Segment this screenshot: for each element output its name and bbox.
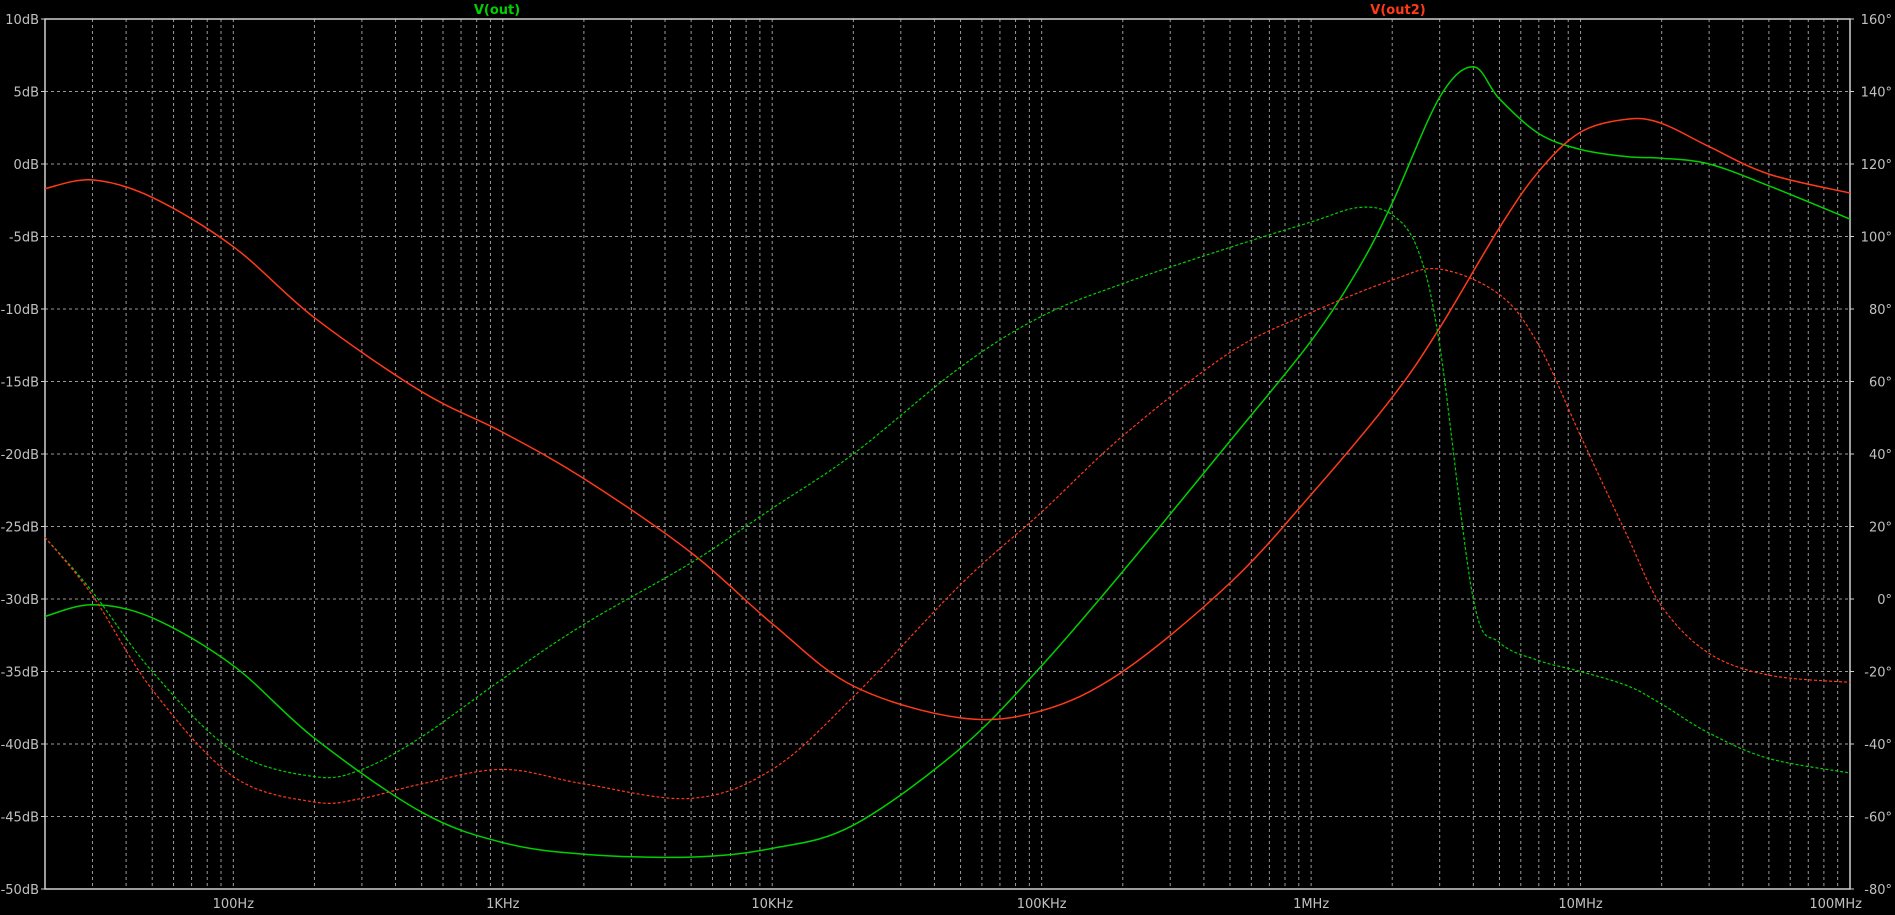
y-tick-label: 10dB: [5, 13, 39, 28]
y-tick-label: -35dB: [1, 666, 39, 681]
chart-background: [0, 0, 1895, 915]
bode-plot: 100Hz 1KHz 10KHz 100KHz 1MHz 10MHz 100MHz 10dB…: [0, 0, 1895, 915]
y2-tick-label: 40°: [1869, 448, 1892, 463]
y2-tick-label: 60°: [1869, 376, 1892, 391]
y2-tick-label: 120°: [1861, 158, 1892, 173]
x-tick-label: 100KHz: [1017, 897, 1067, 912]
y2-tick-label: -80°: [1864, 883, 1892, 898]
y-tick-label: -30dB: [1, 593, 39, 608]
y-tick-label: -20dB: [1, 448, 39, 463]
legend-label-out[interactable]: V(out): [474, 3, 520, 18]
x-tick-label: 100Hz: [213, 897, 255, 912]
y-tick-label: -50dB: [1, 883, 39, 898]
y2-tick-label: -60°: [1864, 811, 1892, 826]
y-tick-label: -40dB: [1, 738, 39, 753]
y2-tick-label: 20°: [1869, 521, 1892, 536]
y-tick-label: 0dB: [14, 158, 39, 173]
y2-tick-label: 80°: [1869, 303, 1892, 318]
x-tick-label: 1MHz: [1293, 897, 1329, 912]
y-tick-label: -15dB: [1, 376, 39, 391]
x-tick-label: 10MHz: [1558, 897, 1603, 912]
y-tick-label: 5dB: [14, 86, 39, 101]
x-tick-label: 10KHz: [751, 897, 793, 912]
x-tick-label: 1KHz: [486, 897, 520, 912]
y-tick-label: -10dB: [1, 303, 39, 318]
y2-tick-label: -20°: [1864, 666, 1892, 681]
y-tick-label: -5dB: [9, 231, 39, 246]
legend-label-out2[interactable]: V(out2): [1370, 3, 1425, 18]
y2-tick-label: -40°: [1864, 738, 1892, 753]
chart-svg: 100Hz 1KHz 10KHz 100KHz 1MHz 10MHz 100MHz 10dB…: [0, 0, 1895, 915]
y2-tick-label: 160°: [1861, 13, 1892, 28]
y-tick-label: -45dB: [1, 811, 39, 826]
y2-tick-label: 100°: [1861, 231, 1892, 246]
x-tick-label: 100MHz: [1809, 897, 1862, 912]
y2-tick-label: 140°: [1861, 86, 1892, 101]
y-tick-label: -25dB: [1, 521, 39, 536]
y2-tick-label: 0°: [1877, 593, 1892, 608]
